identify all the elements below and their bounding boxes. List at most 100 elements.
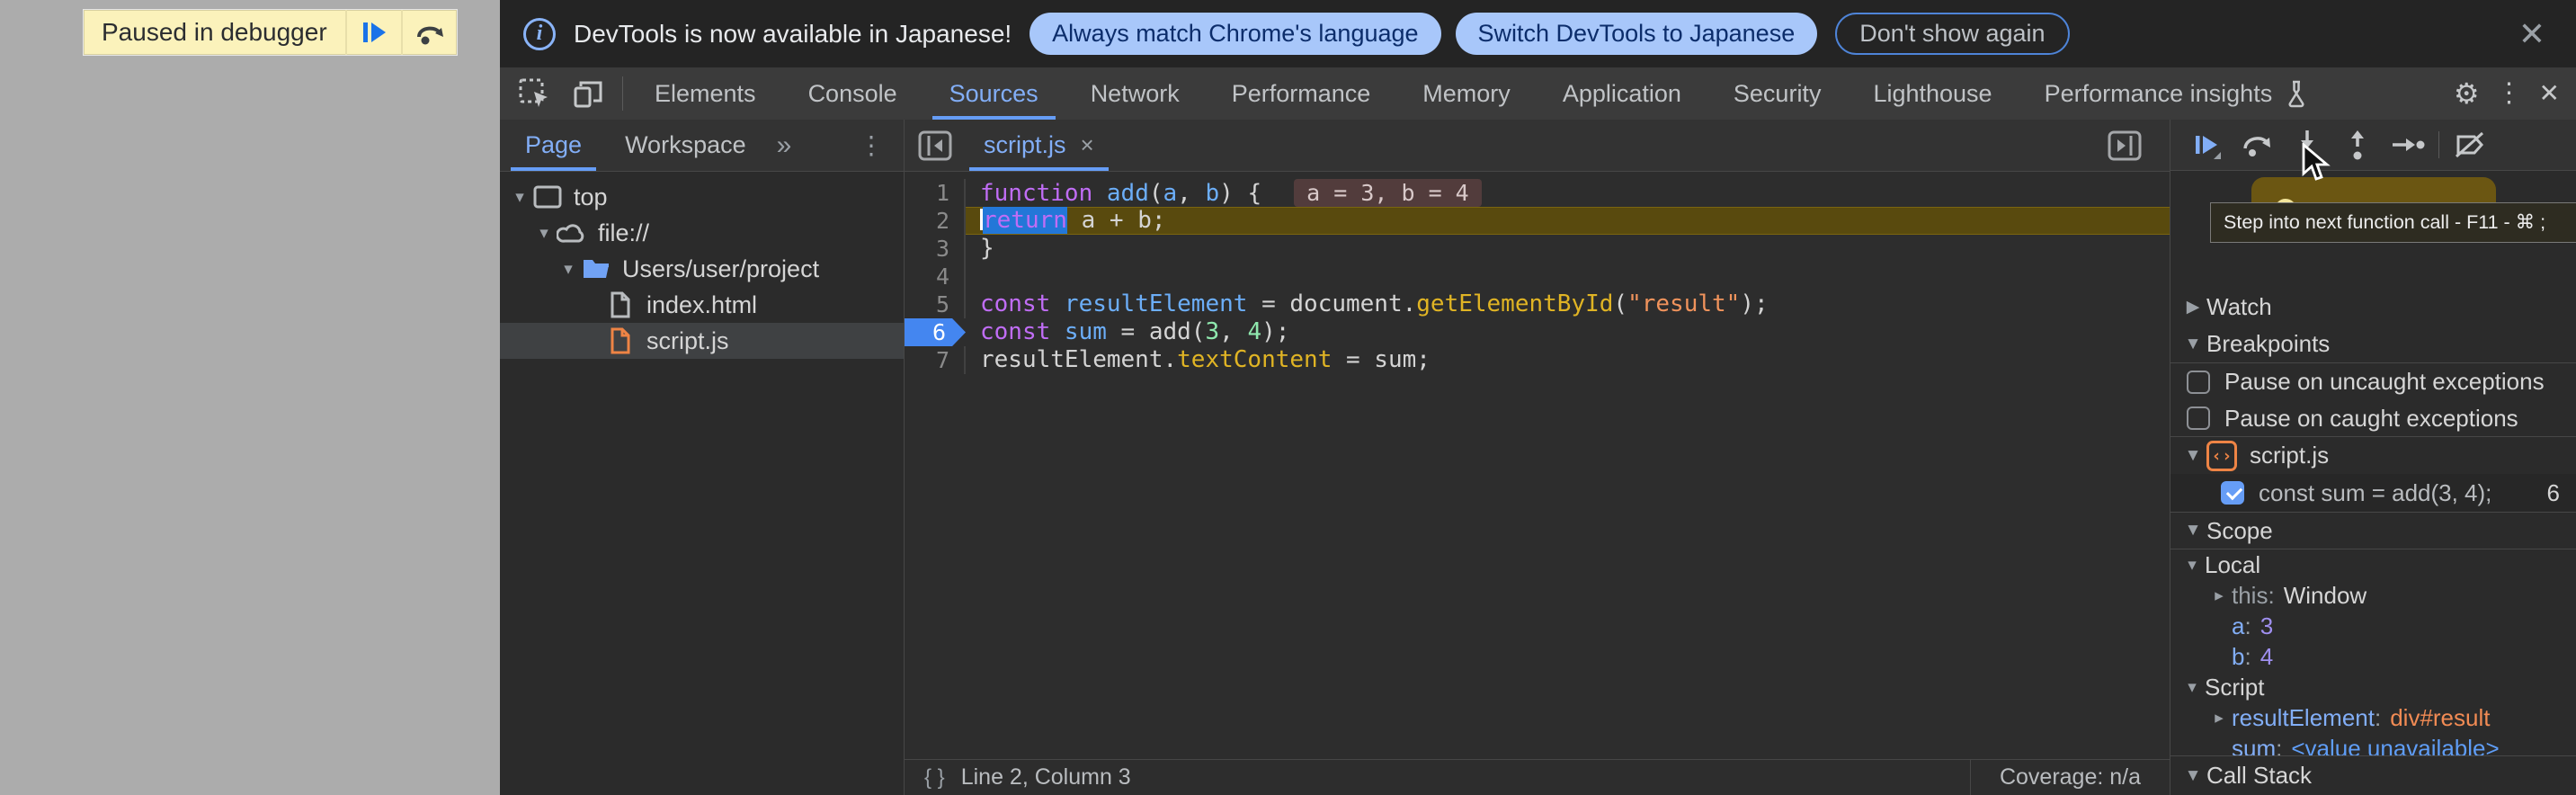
- pause-on-uncaught-exceptions-checkbox[interactable]: [2187, 371, 2210, 394]
- cloud-icon: [555, 222, 589, 244]
- toolbar-divider: [2438, 131, 2439, 158]
- tab-label: Memory: [1422, 80, 1511, 108]
- line-number[interactable]: 4: [905, 263, 966, 290]
- tree-item-top[interactable]: ▾top: [500, 179, 904, 215]
- breakpoint-file-group[interactable]: ▼ ‹› script.js: [2170, 437, 2576, 474]
- tab-application[interactable]: Application: [1537, 67, 1707, 120]
- section-breakpoints[interactable]: ▼ Breakpoints: [2170, 326, 2576, 363]
- resume-script-button[interactable]: [345, 10, 401, 55]
- scope-prop-resultelement[interactable]: ▸resultElement:div#result: [2170, 702, 2576, 733]
- breakpoint-marker[interactable]: 6: [905, 318, 966, 346]
- debugger-toolbar: [2170, 120, 2576, 171]
- tab-label: Sources: [949, 80, 1038, 108]
- tab-label: Network: [1091, 80, 1180, 108]
- navigator-tab-workspace[interactable]: Workspace: [607, 120, 764, 171]
- step-out-button[interactable]: [2332, 123, 2383, 166]
- always-match-chrome-s-language-button[interactable]: Always match Chrome's language: [1030, 13, 1440, 55]
- switch-devtools-to-japanese-button[interactable]: Switch DevTools to Japanese: [1456, 13, 1818, 55]
- step-over-script-button[interactable]: [401, 10, 457, 55]
- code-line-content: const resultElement = document.getElemen…: [966, 290, 2170, 318]
- code-line-6[interactable]: 6const sum = add(3, 4);: [905, 318, 2170, 346]
- notification-close-icon[interactable]: ✕: [2511, 15, 2553, 53]
- code-line-3[interactable]: 3}: [905, 235, 2170, 263]
- scope-section-local[interactable]: ▾Local: [2170, 549, 2576, 580]
- chevron-right-icon: ▸: [2206, 708, 2232, 728]
- line-number[interactable]: 2: [905, 207, 966, 235]
- pause-option-row[interactable]: Pause on uncaught exceptions: [2170, 363, 2576, 400]
- line-number[interactable]: 5: [905, 290, 966, 318]
- step-button[interactable]: [2383, 123, 2433, 166]
- tab-elements[interactable]: Elements: [628, 67, 782, 120]
- code-token: );: [1261, 318, 1289, 345]
- scope-prop-a[interactable]: a:3: [2170, 611, 2576, 641]
- code-token: return: [983, 207, 1067, 234]
- tab-performance-insights[interactable]: Performance insights: [2019, 67, 2337, 120]
- scope-prop-value: 4: [2260, 643, 2273, 671]
- code-token: = sum;: [1332, 346, 1431, 373]
- tab-network[interactable]: Network: [1065, 67, 1206, 120]
- inspect-element-icon[interactable]: [514, 74, 554, 113]
- section-watch[interactable]: ▶ Watch: [2170, 288, 2576, 326]
- tab-sources[interactable]: Sources: [923, 67, 1065, 120]
- pause-on-caught-exceptions-checkbox[interactable]: [2187, 406, 2210, 430]
- code-line-4[interactable]: 4: [905, 263, 2170, 290]
- tree-item-file[interactable]: ▾file://: [500, 215, 904, 251]
- sources-panel: PageWorkspace » ⋮ ▾top▾file://▾Users/use…: [500, 120, 2576, 795]
- line-number[interactable]: 3: [905, 235, 966, 263]
- scope-prop-colon: :: [2244, 643, 2251, 671]
- tree-item-script-js[interactable]: script.js: [500, 323, 904, 359]
- hide-navigator-icon[interactable]: [905, 120, 966, 171]
- code-line-1[interactable]: 1function add(a, b) {a = 3, b = 4: [905, 179, 2170, 207]
- deactivate-breakpoints-button[interactable]: [2445, 123, 2495, 166]
- scope-label: Scope: [2206, 517, 2273, 545]
- code-line-7[interactable]: 7resultElement.textContent = sum;: [905, 346, 2170, 374]
- chevron-right-icon: ▶: [2179, 297, 2206, 317]
- code-token: const: [980, 318, 1065, 345]
- more-options-kebab-icon[interactable]: ⋮: [2492, 76, 2527, 111]
- scope-prop-this[interactable]: ▸this:Window: [2170, 580, 2576, 611]
- step-over-button[interactable]: [2232, 123, 2282, 166]
- line-number[interactable]: 1: [905, 179, 966, 207]
- resume-button[interactable]: [2181, 123, 2232, 166]
- section-call-stack[interactable]: ▼ Call Stack: [2170, 755, 2576, 795]
- scope-prop-b[interactable]: b:4: [2170, 641, 2576, 672]
- step-into-button[interactable]: [2282, 123, 2332, 166]
- breakpoint-checkbox[interactable]: [2221, 481, 2244, 505]
- line-number[interactable]: 7: [905, 346, 966, 374]
- close-devtools-icon[interactable]: ✕: [2536, 77, 2563, 110]
- device-toolbar-icon[interactable]: [568, 74, 608, 113]
- navigator-kebab-icon[interactable]: ⋮: [839, 120, 904, 171]
- editor-tab-scriptjs[interactable]: script.js ×: [966, 120, 1112, 171]
- pretty-print-icon[interactable]: { }: [905, 765, 961, 791]
- tab-performance[interactable]: Performance: [1206, 67, 1397, 120]
- editor-tab-label: script.js: [984, 131, 1066, 159]
- editor-pane: script.js × 1function add(a, b) {a = 3, …: [905, 120, 2170, 795]
- tab-security[interactable]: Security: [1707, 67, 1848, 120]
- scope-section-script[interactable]: ▾Script: [2170, 672, 2576, 702]
- tab-memory[interactable]: Memory: [1396, 67, 1537, 120]
- tree-item-users-user-project[interactable]: ▾Users/user/project: [500, 251, 904, 287]
- watch-label: Watch: [2206, 293, 2272, 321]
- code-line-5[interactable]: 5const resultElement = document.getEleme…: [905, 290, 2170, 318]
- code-token: (: [1613, 290, 1627, 317]
- code-line-2[interactable]: 2return a + b;: [905, 207, 2170, 235]
- breakpoint-entry[interactable]: const sum = add(3, 4); 6: [2170, 474, 2576, 512]
- navigator-tab-page[interactable]: Page: [507, 120, 600, 171]
- more-tabs-chevron-icon[interactable]: »: [764, 120, 805, 171]
- tab-lighthouse[interactable]: Lighthouse: [1847, 67, 2018, 120]
- close-tab-icon[interactable]: ×: [1081, 131, 1094, 159]
- pause-option-row[interactable]: Pause on caught exceptions: [2170, 400, 2576, 437]
- debugger-sidebar: Step into next function call - F11 - ⌘ ;…: [2170, 120, 2576, 795]
- tree-item-index-html[interactable]: index.html: [500, 287, 904, 323]
- dont-show-again-button[interactable]: Don't show again: [1835, 13, 2069, 55]
- tree-item-label: Users/user/project: [622, 255, 819, 283]
- section-scope[interactable]: ▼ Scope: [2170, 512, 2576, 549]
- tab-console[interactable]: Console: [782, 67, 923, 120]
- code-editor[interactable]: 1function add(a, b) {a = 3, b = 42 return…: [905, 172, 2170, 759]
- tree-item-label: top: [574, 183, 608, 211]
- scope-section-label: Script: [2205, 674, 2264, 701]
- settings-gear-icon[interactable]: ⚙: [2450, 76, 2483, 112]
- code-token: "result": [1627, 290, 1740, 317]
- hide-debugger-sidebar-icon[interactable]: [2094, 130, 2155, 162]
- tree-item-label: file://: [598, 219, 649, 247]
